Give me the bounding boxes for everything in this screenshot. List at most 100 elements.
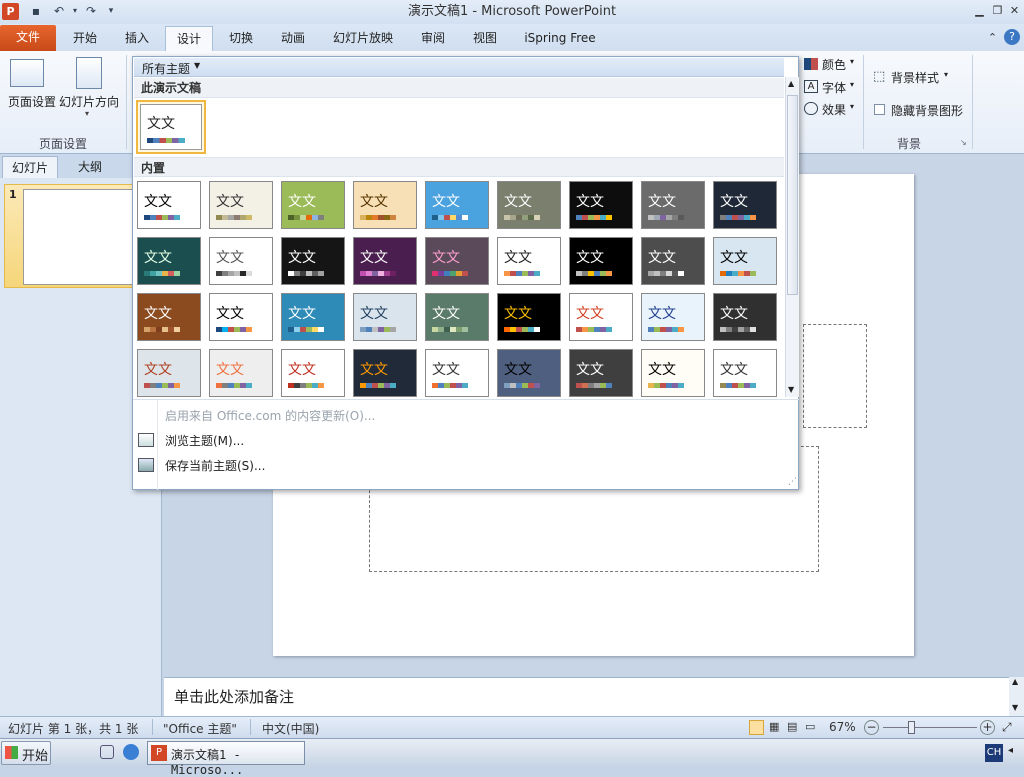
status-theme[interactable]: "Office 主题" bbox=[163, 720, 237, 737]
theme-thumbnail[interactable]: 文文 bbox=[641, 293, 705, 341]
theme-thumbnail[interactable]: 文文 bbox=[425, 349, 489, 397]
menu-save-current-theme[interactable]: 保存当前主题(S)... bbox=[165, 457, 265, 474]
slide-sorter-view-icon[interactable]: ▦ bbox=[769, 720, 779, 733]
ie-icon[interactable] bbox=[123, 744, 139, 760]
tab-review[interactable]: 审阅 bbox=[411, 26, 455, 51]
background-styles-dropdown-icon[interactable]: ▾ bbox=[944, 70, 948, 79]
filter-dropdown-icon[interactable]: ▼ bbox=[194, 61, 200, 70]
theme-thumbnail[interactable]: 文文 bbox=[497, 349, 561, 397]
title-placeholder[interactable] bbox=[803, 324, 867, 428]
theme-thumbnail[interactable]: 文文 bbox=[425, 181, 489, 229]
help-icon[interactable]: ? bbox=[1004, 29, 1020, 45]
colors-dropdown-icon[interactable]: ▾ bbox=[850, 57, 854, 66]
theme-thumbnail[interactable]: 文文 bbox=[209, 293, 273, 341]
scroll-thumb[interactable] bbox=[787, 95, 798, 295]
menu-enable-office-updates[interactable]: 启用来自 Office.com 的内容更新(O)... bbox=[165, 407, 375, 424]
theme-current-office[interactable]: 文文 bbox=[136, 100, 206, 154]
theme-thumbnail[interactable]: 文文 bbox=[353, 181, 417, 229]
zoom-level[interactable]: 67% bbox=[829, 720, 856, 734]
zoom-out-icon[interactable]: − bbox=[864, 720, 879, 735]
theme-thumbnail[interactable]: 文文 bbox=[137, 293, 201, 341]
scroll-up-icon[interactable]: ▲ bbox=[1012, 677, 1018, 686]
theme-thumbnail[interactable]: 文文 bbox=[281, 293, 345, 341]
scroll-down-icon[interactable]: ▼ bbox=[1012, 703, 1018, 712]
resize-grip-icon[interactable]: ⋰ bbox=[788, 477, 797, 487]
theme-thumbnail[interactable]: 文文 bbox=[713, 237, 777, 285]
theme-thumbnail[interactable]: 文文 bbox=[497, 293, 561, 341]
tab-animations[interactable]: 动画 bbox=[270, 26, 316, 51]
theme-thumbnail[interactable]: 文文 bbox=[281, 237, 345, 285]
colors-icon[interactable] bbox=[804, 58, 818, 70]
theme-thumbnail[interactable]: 文文 bbox=[569, 293, 633, 341]
theme-thumbnail[interactable]: 文文 bbox=[641, 349, 705, 397]
theme-thumbnail[interactable]: 文文 bbox=[353, 293, 417, 341]
tab-ispring[interactable]: iSpring Free bbox=[518, 26, 602, 51]
effects-icon[interactable] bbox=[804, 102, 818, 115]
filter-all-themes[interactable]: 所有主题 bbox=[142, 60, 190, 77]
theme-thumbnail[interactable]: 文文 bbox=[425, 237, 489, 285]
background-styles-button[interactable]: 背景样式 bbox=[891, 69, 939, 86]
notes-scrollbar[interactable]: ▲ ▼ bbox=[1009, 677, 1024, 716]
restore-icon[interactable]: ❐ bbox=[990, 3, 1005, 18]
reading-view-icon[interactable]: ▤ bbox=[787, 720, 797, 733]
slide-orientation-icon[interactable] bbox=[76, 57, 102, 89]
theme-thumbnail[interactable]: 文文 bbox=[137, 181, 201, 229]
theme-thumbnail[interactable]: 文文 bbox=[569, 237, 633, 285]
theme-thumbnail[interactable]: 文文 bbox=[281, 349, 345, 397]
theme-thumbnail[interactable]: 文文 bbox=[569, 181, 633, 229]
page-setup-icon[interactable] bbox=[10, 59, 44, 87]
gallery-scrollbar[interactable]: ▲ ▼ bbox=[785, 77, 799, 397]
tab-transitions[interactable]: 切换 bbox=[218, 26, 264, 51]
fonts-dropdown-icon[interactable]: ▾ bbox=[850, 80, 854, 89]
theme-thumbnail[interactable]: 文文 bbox=[425, 293, 489, 341]
tab-home[interactable]: 开始 bbox=[62, 26, 108, 51]
zoom-slider-thumb[interactable] bbox=[908, 721, 915, 734]
status-language[interactable]: 中文(中国) bbox=[262, 720, 319, 737]
theme-thumbnail[interactable]: 文文 bbox=[137, 349, 201, 397]
show-desktop-icon[interactable] bbox=[100, 745, 114, 759]
notes-placeholder[interactable]: 单击此处添加备注 bbox=[174, 686, 294, 707]
hide-bg-checkbox[interactable] bbox=[874, 104, 885, 115]
tab-file[interactable]: 文件 bbox=[0, 25, 56, 51]
theme-thumbnail[interactable]: 文文 bbox=[353, 237, 417, 285]
tab-outline[interactable]: 大纲 bbox=[62, 156, 118, 178]
theme-thumbnail[interactable]: 文文 bbox=[641, 237, 705, 285]
page-setup-button[interactable]: 页面设置 bbox=[4, 93, 60, 110]
tab-insert[interactable]: 插入 bbox=[114, 26, 160, 51]
slideshow-view-icon[interactable]: ▭ bbox=[805, 720, 815, 733]
tab-slides[interactable]: 幻灯片 bbox=[2, 156, 58, 178]
fit-to-window-icon[interactable]: ⤢ bbox=[1002, 720, 1012, 735]
ime-indicator[interactable]: CH bbox=[985, 744, 1003, 762]
theme-thumbnail[interactable]: 文文 bbox=[281, 181, 345, 229]
tab-view[interactable]: 视图 bbox=[463, 26, 507, 51]
zoom-slider-track[interactable] bbox=[883, 727, 977, 728]
theme-thumbnail[interactable]: 文文 bbox=[569, 349, 633, 397]
theme-thumbnail[interactable]: 文文 bbox=[209, 349, 273, 397]
theme-thumbnail[interactable]: 文文 bbox=[209, 181, 273, 229]
fonts-button[interactable]: 字体 bbox=[822, 79, 846, 96]
zoom-in-icon[interactable]: + bbox=[980, 720, 995, 735]
theme-thumbnail[interactable]: 文文 bbox=[353, 349, 417, 397]
theme-thumbnail[interactable]: 文文 bbox=[497, 237, 561, 285]
background-styles-icon[interactable]: ⬚ bbox=[873, 69, 885, 84]
effects-dropdown-icon[interactable]: ▾ bbox=[850, 102, 854, 111]
fonts-icon[interactable]: A bbox=[804, 80, 818, 93]
effects-button[interactable]: 效果 bbox=[822, 101, 846, 118]
minimize-icon[interactable]: ▁ bbox=[972, 3, 987, 18]
start-button[interactable]: 开始 bbox=[1, 741, 51, 765]
theme-thumbnail[interactable]: 文文 bbox=[713, 181, 777, 229]
close-icon[interactable]: ✕ bbox=[1007, 3, 1022, 18]
minimize-ribbon-icon[interactable]: ⌃ bbox=[985, 30, 1000, 45]
theme-thumbnail[interactable]: 文文 bbox=[641, 181, 705, 229]
theme-thumbnail[interactable]: 文文 bbox=[713, 293, 777, 341]
normal-view-icon[interactable] bbox=[749, 720, 764, 735]
taskbar-window-button[interactable]: P 演示文稿1 - Microso... bbox=[147, 741, 305, 777]
menu-browse-themes[interactable]: 浏览主题(M)... bbox=[165, 432, 244, 449]
status-slide-info[interactable]: 幻灯片 第 1 张，共 1 张 bbox=[8, 720, 138, 737]
tab-design[interactable]: 设计 bbox=[165, 26, 213, 51]
ime-options-icon[interactable]: ◂ bbox=[1008, 745, 1013, 756]
scroll-up-icon[interactable]: ▲ bbox=[788, 79, 794, 88]
colors-button[interactable]: 颜色 bbox=[822, 56, 846, 73]
scroll-down-icon[interactable]: ▼ bbox=[788, 385, 794, 394]
theme-thumbnail[interactable]: 文文 bbox=[209, 237, 273, 285]
